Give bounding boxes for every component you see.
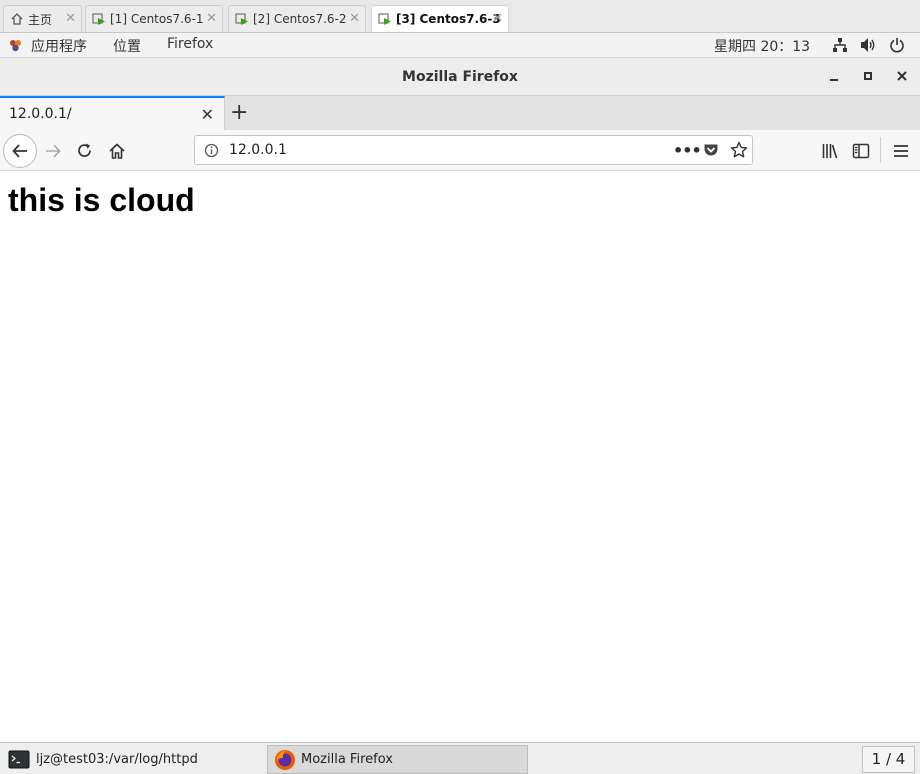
- library-icon: [822, 144, 838, 159]
- window-list-taskbar: ljz@test03:/var/log/httpd Mozilla Firefo…: [0, 742, 920, 774]
- app-menu[interactable]: Firefox: [167, 36, 213, 52]
- window-titlebar: Mozilla Firefox: [0, 58, 920, 96]
- new-tab-button[interactable]: +: [230, 100, 248, 125]
- toolbar-separator: [880, 137, 881, 163]
- url-text[interactable]: 12.0.0.1: [229, 142, 287, 158]
- workspace-indicator[interactable]: 1 / 4: [862, 746, 915, 773]
- vm-tab-centos-3[interactable]: [3] Centos7.6-3 ✕: [371, 5, 509, 32]
- page-heading: this is cloud: [8, 182, 195, 218]
- vm-icon: [92, 13, 105, 25]
- firefox-icon: [275, 749, 295, 770]
- ellipsis-icon[interactable]: •••: [673, 141, 702, 160]
- window-title: Mozilla Firefox: [402, 69, 518, 85]
- vm-tab-centos-2[interactable]: [2] Centos7.6-2 ✕: [228, 5, 366, 32]
- info-icon[interactable]: [204, 143, 219, 162]
- close-window-button[interactable]: [894, 68, 910, 84]
- minimize-button[interactable]: [826, 68, 842, 84]
- back-button[interactable]: [3, 134, 37, 168]
- applications-logo-icon: [8, 38, 23, 57]
- forward-button[interactable]: [38, 136, 68, 166]
- vm-tab-centos-1[interactable]: [1] Centos7.6-1 ✕: [85, 5, 223, 32]
- reload-button[interactable]: [70, 136, 100, 166]
- pocket-icon[interactable]: [703, 142, 719, 162]
- taskbar-terminal-label: ljz@test03:/var/log/httpd: [36, 752, 198, 767]
- vm-icon: [378, 13, 391, 25]
- vm-tab-home[interactable]: 主页 ✕: [3, 5, 82, 32]
- hamburger-icon: [894, 145, 908, 157]
- gnome-top-bar: 应用程序 位置 Firefox 星期四 20：13: [0, 33, 920, 58]
- url-bar[interactable]: 12.0.0.1 •••: [194, 135, 753, 165]
- volume-icon[interactable]: [860, 37, 877, 57]
- home-icon: [109, 143, 125, 159]
- library-button[interactable]: [815, 136, 845, 166]
- vm-tab-label: [3] Centos7.6-3: [396, 12, 501, 26]
- vm-tab-label: 主页: [28, 12, 53, 27]
- sidebar-button[interactable]: [846, 136, 876, 166]
- star-icon[interactable]: [730, 141, 748, 163]
- taskbar-firefox-label: Mozilla Firefox: [301, 752, 393, 767]
- tab-title: 12.0.0.1/: [9, 106, 72, 122]
- close-tab-icon[interactable]: ✕: [201, 105, 214, 124]
- browser-tab[interactable]: 12.0.0.1/ ✕: [0, 96, 225, 130]
- network-icon[interactable]: [832, 37, 848, 57]
- places-menu[interactable]: 位置: [113, 36, 141, 56]
- close-icon[interactable]: ✕: [65, 11, 76, 26]
- clock[interactable]: 星期四 20：13: [714, 36, 810, 56]
- vm-tab-label: [1] Centos7.6-1: [110, 12, 204, 26]
- home-icon: [11, 13, 23, 25]
- home-button[interactable]: [102, 136, 132, 166]
- sidebar-icon: [852, 143, 870, 159]
- vm-icon: [235, 13, 248, 25]
- page-content: this is cloud: [0, 171, 920, 742]
- power-icon[interactable]: [889, 37, 905, 57]
- navigation-toolbar: 12.0.0.1 •••: [0, 130, 920, 171]
- close-icon[interactable]: ✕: [492, 11, 503, 26]
- applications-menu[interactable]: 应用程序: [31, 36, 87, 56]
- vm-tab-strip: 主页 ✕ [1] Centos7.6-1 ✕ [2] Centos7.6-2 ✕…: [0, 0, 920, 33]
- maximize-button[interactable]: [860, 68, 876, 84]
- close-icon[interactable]: ✕: [349, 11, 360, 26]
- reload-icon: [78, 143, 91, 157]
- taskbar-terminal[interactable]: ljz@test03:/var/log/httpd: [8, 745, 198, 774]
- vm-tab-label: [2] Centos7.6-2: [253, 12, 347, 26]
- menu-button[interactable]: [886, 136, 916, 166]
- tab-bar: 12.0.0.1/ ✕ +: [0, 96, 920, 130]
- terminal-icon: [8, 750, 30, 768]
- arrow-right-icon: [46, 144, 61, 158]
- taskbar-firefox[interactable]: Mozilla Firefox: [267, 745, 528, 774]
- close-icon[interactable]: ✕: [206, 11, 217, 26]
- arrow-left-icon: [12, 144, 27, 158]
